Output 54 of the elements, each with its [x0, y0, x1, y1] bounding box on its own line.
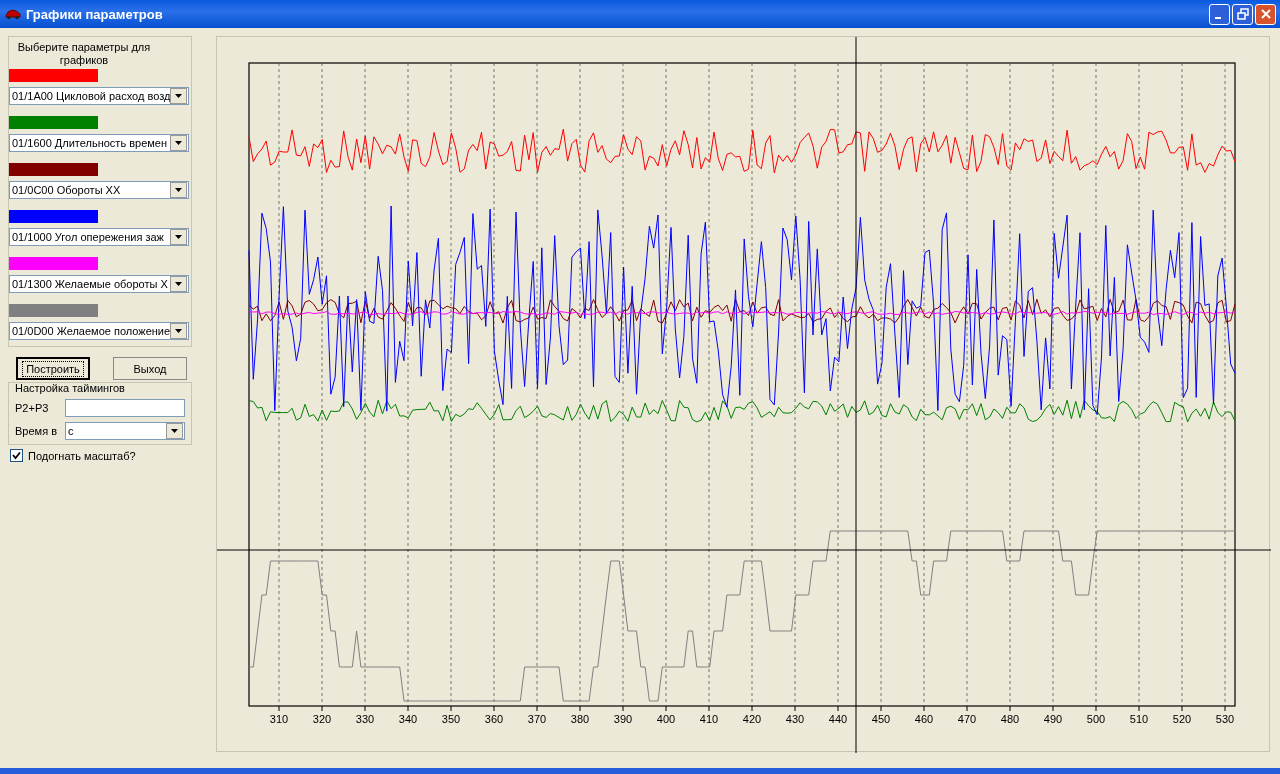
time-unit-dropdown[interactable]: с	[65, 422, 185, 440]
axis-tick-label: 530	[1215, 713, 1235, 725]
minimize-button[interactable]	[1209, 3, 1230, 25]
axis-tick-label: 470	[957, 713, 977, 725]
restore-icon	[1236, 8, 1249, 20]
axis-tick-label: 350	[441, 713, 461, 725]
axis-tick-label: 440	[828, 713, 848, 725]
caret-icon	[175, 188, 182, 192]
field-label: P2+P3	[15, 402, 50, 414]
caret-icon	[175, 141, 182, 145]
axis-tick-label: 510	[1129, 713, 1149, 725]
axis-tick-label: 410	[699, 713, 719, 725]
parameter-dropdown[interactable]: 01/1600 Длительность времен	[9, 134, 189, 152]
checkbox-label: Подогнать масштаб?	[28, 449, 136, 462]
caret-icon	[175, 329, 183, 333]
caret-icon	[171, 429, 178, 433]
dialog-button[interactable]: Построить	[16, 357, 90, 380]
minimize-icon	[1215, 17, 1221, 19]
axis-tick-label: 460	[914, 713, 934, 725]
axis-tick-label: 450	[871, 713, 891, 725]
window-title: Графики параметров	[26, 6, 164, 22]
axis-tick-label: 490	[1043, 713, 1063, 725]
group-title: Настройка таймингов	[15, 382, 126, 394]
caret-icon	[175, 235, 182, 239]
axis-tick-label: 390	[613, 713, 633, 725]
axis-tick-label: 360	[484, 713, 504, 725]
axis-tick-label: 420	[742, 713, 762, 725]
parameter-dropdown[interactable]: 01/0C00 Обороты ХХ	[9, 181, 189, 199]
caret-icon	[175, 282, 182, 286]
axis-tick-label: 480	[1000, 713, 1020, 725]
axis-tick-label: 520	[1172, 713, 1192, 725]
axis-tick-label: 400	[656, 713, 676, 725]
axis-tick-label: 380	[570, 713, 590, 725]
p2p3-input-field[interactable]	[65, 399, 185, 417]
dialog-button[interactable]: Выход	[113, 357, 187, 380]
axis-tick-label: 430	[785, 713, 805, 725]
axis-tick-label: 340	[398, 713, 418, 725]
restore-button[interactable]	[1232, 3, 1253, 25]
axis-tick-label: 320	[312, 713, 332, 725]
caret-icon	[175, 94, 183, 98]
group-title: Выберите параметры для графиков	[16, 41, 152, 67]
parameter-dropdown[interactable]: 01/1000 Угол опережения заж	[9, 228, 189, 246]
car-icon	[5, 8, 21, 20]
axis-tick-label: 500	[1086, 713, 1106, 725]
field-label: Время в	[15, 425, 58, 437]
parameter-dropdown[interactable]: 01/1A00 Цикловой расход возд	[9, 87, 189, 105]
axis-tick-label: 370	[527, 713, 547, 725]
checkbox[interactable]	[10, 449, 23, 462]
close-button[interactable]	[1255, 3, 1276, 25]
axis-tick-label: 310	[269, 713, 289, 725]
close-icon	[1259, 8, 1272, 20]
parameter-dropdown[interactable]: 01/1300 Желаемые обороты Х	[9, 275, 189, 293]
parameter-dropdown[interactable]: 01/0D00 Желаемое положение	[9, 322, 189, 340]
axis-tick-label: 330	[355, 713, 375, 725]
